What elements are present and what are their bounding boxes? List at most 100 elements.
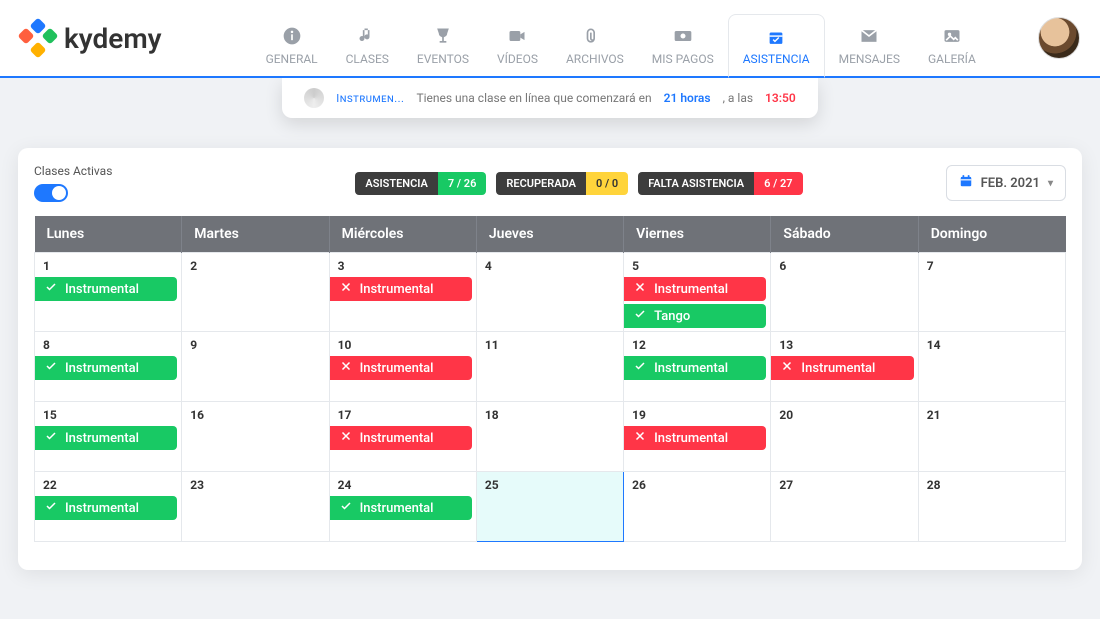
nav-eventos[interactable]: EVENTOS — [403, 12, 483, 76]
calendar-day-cell[interactable]: 21 — [918, 402, 1065, 472]
calendar-day-cell[interactable]: 8Instrumental — [35, 332, 182, 402]
event-title: Instrumental — [65, 431, 139, 446]
x-icon — [781, 360, 793, 376]
badge-value: 6 / 27 — [754, 172, 803, 195]
calendar-day-cell[interactable]: 1Instrumental — [35, 253, 182, 332]
check-icon — [45, 430, 57, 446]
calendar-day-cell[interactable]: 12Instrumental — [624, 332, 771, 402]
brand-logo[interactable]: kydemy — [20, 20, 162, 56]
day-number: 11 — [477, 332, 623, 354]
nav-galeria[interactable]: GALERÍA — [914, 12, 990, 76]
day-number: 21 — [919, 402, 1065, 424]
calendar-day-cell[interactable]: 13Instrumental — [771, 332, 918, 402]
nav-mispagos[interactable]: MIS PAGOS — [638, 12, 728, 76]
month-picker[interactable]: FEB. 2021 ▾ — [946, 165, 1066, 201]
calendar-day-cell[interactable]: 27 — [771, 472, 918, 542]
badge-label: ASISTENCIA — [355, 172, 437, 195]
calendar-day-cell[interactable]: 17 Instrumental — [329, 402, 476, 472]
event-title: Instrumental — [360, 361, 434, 376]
badge-label: RECUPERADA — [496, 172, 586, 195]
day-number: 5 — [624, 253, 770, 275]
calendar-event[interactable]: Tango — [624, 304, 766, 328]
calendar-day-cell[interactable]: 15 Instrumental — [35, 402, 182, 472]
calendar-day-cell[interactable]: 4 — [476, 253, 623, 332]
calendar-day-cell[interactable]: 25 — [476, 472, 623, 542]
calendar-day-cell[interactable]: 3Instrumental — [329, 253, 476, 332]
event-title: Instrumental — [360, 431, 434, 446]
day-number: 17 — [330, 402, 476, 424]
nav-mensajes[interactable]: MENSAJES — [825, 12, 914, 76]
day-number: 15 — [35, 402, 181, 424]
calendar-event[interactable]: Instrumental — [624, 426, 766, 450]
calendar-day-cell[interactable]: 14 — [918, 332, 1065, 402]
day-number: 12 — [624, 332, 770, 354]
active-classes-toggle[interactable] — [34, 184, 68, 202]
badge-value: 0 / 0 — [586, 172, 628, 195]
status-badge: FALTA ASISTENCIA6 / 27 — [638, 172, 802, 195]
calendar-day-cell[interactable]: 26 — [624, 472, 771, 542]
day-number: 3 — [330, 253, 476, 275]
event-title: Instrumental — [65, 501, 139, 516]
calendar-header-cell: Lunes — [35, 216, 182, 253]
attendance-panel: Clases Activas ASISTENCIA7 / 26 RECUPERAD… — [18, 148, 1082, 570]
notice-course: Instrumen... — [336, 92, 404, 105]
event-title: Instrumental — [654, 431, 728, 446]
month-label: FEB. 2021 — [981, 176, 1040, 191]
day-number: 10 — [330, 332, 476, 354]
calendar-event[interactable]: Instrumental — [771, 356, 913, 380]
brand-text: kydemy — [64, 22, 162, 55]
check-icon — [45, 360, 57, 376]
nav-label: ASISTENCIA — [743, 52, 810, 66]
calendar-event[interactable]: Instrumental — [35, 356, 177, 380]
calendar-event[interactable]: Instrumental — [330, 496, 472, 520]
status-badges: ASISTENCIA7 / 26 RECUPERADA0 / 0 FALTA ASI… — [355, 172, 802, 195]
active-classes-toggle-block: Clases Activas — [34, 164, 112, 202]
calendar-event[interactable]: Instrumental — [35, 426, 177, 450]
calendar-day-cell[interactable]: 28 — [918, 472, 1065, 542]
calendar-day-cell[interactable]: 6 — [771, 253, 918, 332]
event-title: Instrumental — [65, 282, 139, 297]
calendar-day-cell[interactable]: 22Instrumental — [35, 472, 182, 542]
nav-archivos[interactable]: ARCHIVOS — [552, 12, 638, 76]
x-icon — [340, 281, 352, 297]
calendar-day-cell[interactable]: 9 — [182, 332, 329, 402]
calendar-event[interactable]: Instrumental — [624, 356, 766, 380]
calendar-event[interactable]: Instrumental — [35, 496, 177, 520]
calendar-day-cell[interactable]: 11 — [476, 332, 623, 402]
nav-general[interactable]: GENERAL — [252, 12, 332, 76]
nav-asistencia[interactable]: ASISTENCIA — [728, 14, 825, 78]
calendar-day-cell[interactable]: 7 — [918, 253, 1065, 332]
calendar-event[interactable]: Instrumental — [35, 277, 177, 301]
nav-label: MENSAJES — [839, 52, 900, 66]
calendar-header-cell: Domingo — [918, 216, 1065, 253]
day-number: 13 — [771, 332, 917, 354]
calendar-grid: LunesMartesMiércolesJuevesViernesSábadoD… — [34, 216, 1066, 542]
avatar[interactable] — [1038, 17, 1080, 59]
nav-label: CLASES — [346, 52, 389, 66]
event-title: Instrumental — [360, 501, 434, 516]
calendar-day-cell[interactable]: 20 — [771, 402, 918, 472]
calendar-day-cell[interactable]: 2 — [182, 253, 329, 332]
calendar-event[interactable]: Instrumental — [330, 356, 472, 380]
calendar-header-cell: Sábado — [771, 216, 918, 253]
nav-clases[interactable]: CLASES — [332, 12, 403, 76]
calendar-day-cell[interactable]: 19Instrumental — [624, 402, 771, 472]
calendar-event[interactable]: Instrumental — [624, 277, 766, 301]
calendar-day-cell[interactable]: 18 — [476, 402, 623, 472]
check-icon — [634, 360, 646, 376]
x-icon — [634, 430, 646, 446]
calendar-day-cell[interactable]: 16 — [182, 402, 329, 472]
nav-videos[interactable]: VÍDEOS — [483, 12, 552, 76]
calendar-day-cell[interactable]: 23 — [182, 472, 329, 542]
calendar-day-cell[interactable]: 10 Instrumental — [329, 332, 476, 402]
calendar-day-cell[interactable]: 5Instrumental Tango — [624, 253, 771, 332]
calendar-event[interactable]: Instrumental — [330, 426, 472, 450]
nav-label: GALERÍA — [928, 52, 976, 66]
toggle-label: Clases Activas — [34, 164, 112, 178]
calendar-header-cell: Jueves — [476, 216, 623, 253]
calendar-day-cell[interactable]: 24Instrumental — [329, 472, 476, 542]
upcoming-class-notice[interactable]: Instrumen... Tienes una clase en línea q… — [282, 78, 818, 118]
badge-value: 7 / 26 — [438, 172, 487, 195]
nav-label: EVENTOS — [417, 52, 469, 66]
calendar-event[interactable]: Instrumental — [330, 277, 472, 301]
